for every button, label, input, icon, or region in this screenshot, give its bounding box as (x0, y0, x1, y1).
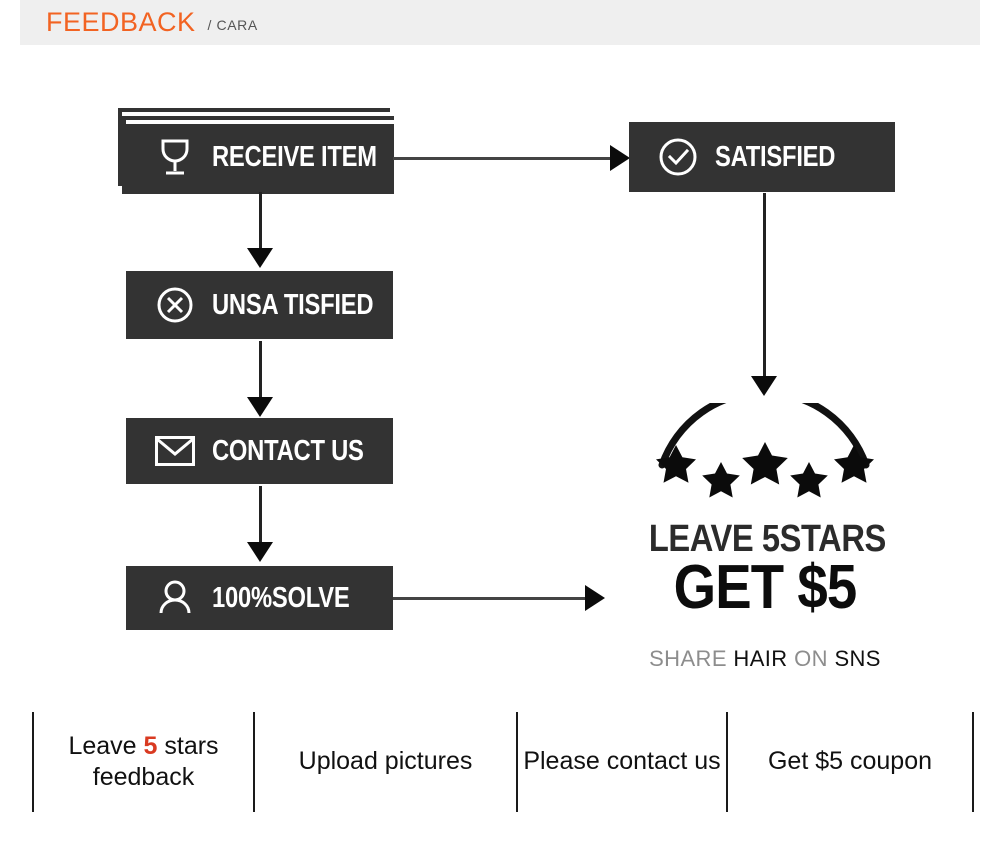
flow-box-satisfied[interactable]: SATISFIED (629, 122, 895, 192)
page-title: FEEDBACK (46, 7, 196, 37)
person-icon (152, 575, 198, 621)
promo-share-word-2: ON (794, 646, 828, 671)
bottom-cell-text: Get $5 coupon (767, 747, 932, 776)
star-group (656, 442, 874, 498)
bottom-cell-please-contact-us[interactable]: Please contact us (518, 712, 726, 812)
five-stars-graphic (650, 389, 880, 498)
header-bar: FEEDBACK / CARA (20, 0, 980, 45)
bottom-cell-get-5-coupon[interactable]: Get $5 coupon (728, 712, 972, 812)
x-circle-icon (152, 282, 198, 328)
arrow-unsatisfied-to-contact (246, 341, 274, 417)
flow-box-unsatisfied[interactable]: UNSA TISFIED (126, 271, 393, 339)
arrow-receive-to-satisfied (393, 144, 630, 172)
promo-share-word-3: SNS (834, 646, 881, 671)
divider-4 (972, 712, 974, 812)
bottom-cell-highlight: 5 (143, 731, 158, 760)
bottom-cell-upload-pictures[interactable]: Upload pictures (255, 712, 516, 812)
promo-share-word-0: SHARE (649, 646, 727, 671)
arrow-receive-to-unsatisfied (246, 192, 274, 268)
flow-box-label: SATISFIED (715, 140, 836, 173)
flow-box-contact-us[interactable]: CONTACT US (126, 418, 393, 484)
wine-glass-icon (152, 134, 198, 180)
envelope-icon (152, 428, 198, 474)
arrow-solve-to-stars (393, 584, 605, 612)
arrow-contact-to-solve (246, 486, 274, 562)
flow-box-label: 100%SOLVE (212, 581, 350, 614)
breadcrumb: / CARA (207, 17, 258, 33)
bottom-cell-text: Please contact us (523, 747, 721, 776)
bottom-cell-leave-5-stars-feedback[interactable]: Leave 5 stars feedback (34, 712, 253, 812)
receive-item-stack-gap-1 (122, 112, 394, 116)
bottom-cell-pre: Leave (68, 731, 144, 760)
bottom-cell-text: Upload pictures (298, 747, 473, 776)
flow-box-label: UNSA TISFIED (212, 288, 374, 321)
promo-get-5: GET $5 (673, 553, 858, 622)
check-circle-icon (655, 134, 701, 180)
flow-box-solve[interactable]: 100%SOLVE (126, 566, 393, 630)
feedback-infographic: FEEDBACK / CARA RECEIVE ITEM UNSA TISFIE… (0, 0, 1000, 849)
bottom-summary-strip: Leave 5 stars feedback Upload pictures P… (0, 712, 1000, 812)
promo-share-line: SHARE HAIR ON SNS (630, 646, 900, 672)
flow-box-receive-item[interactable]: RECEIVE ITEM (126, 124, 393, 190)
arrow-satisfied-to-stars (750, 193, 778, 396)
flow-box-label: CONTACT US (212, 434, 364, 467)
flow-box-label: RECEIVE ITEM (212, 140, 377, 173)
promo-share-word-1: HAIR (733, 646, 788, 671)
